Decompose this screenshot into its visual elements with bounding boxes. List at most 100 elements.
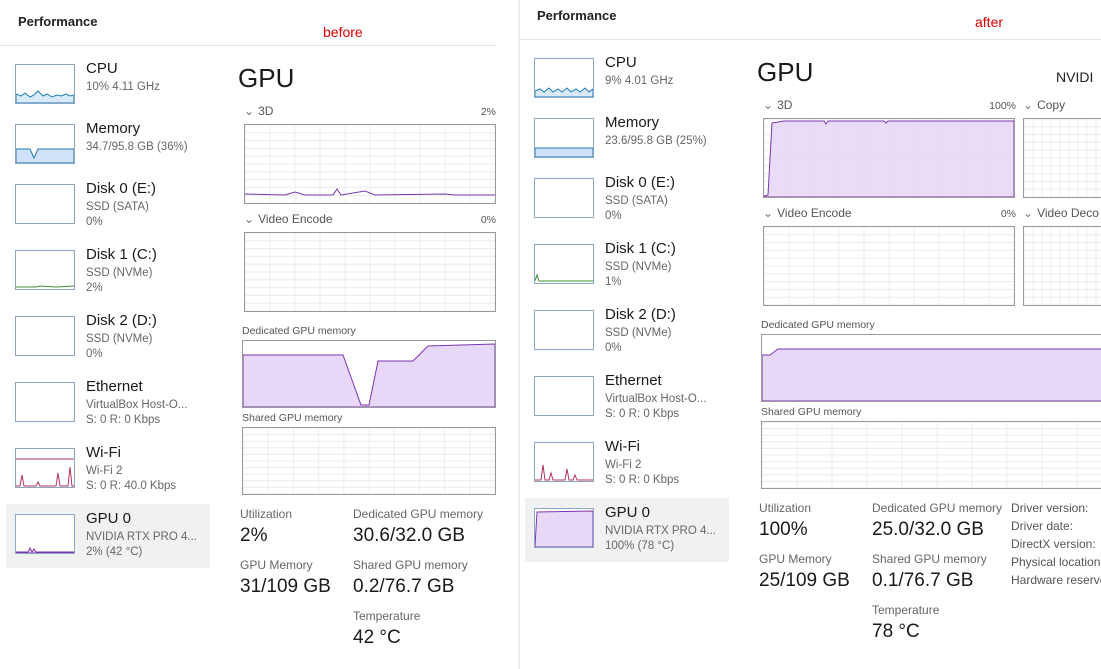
sidebar-item-disk0[interactable]: Disk 0 (E:) SSD (SATA) 0% xyxy=(6,174,210,238)
driver-date-label: Driver date: xyxy=(1011,519,1074,533)
gpu-thumbnail xyxy=(534,508,594,548)
engine-videoencode-graph xyxy=(763,226,1015,306)
gpu-mini-graph xyxy=(16,546,74,553)
engine-3d-percent: 2% xyxy=(480,106,496,118)
sidebar-item-disk0[interactable]: Disk 0 (E:) SSD (SATA) 0% xyxy=(525,168,729,232)
sidebar-item-name: Ethernet xyxy=(605,372,662,389)
ethernet-thumbnail xyxy=(534,376,594,416)
panel-title: Performance xyxy=(537,8,617,23)
engine-videoencode-selector[interactable]: ⌄ Video Encode xyxy=(244,212,333,226)
directx-version-label: DirectX version: xyxy=(1011,537,1096,551)
sidebar-item-memory[interactable]: Memory 23.6/95.8 GB (25%) xyxy=(525,108,729,172)
sidebar-item-name: Disk 2 (D:) xyxy=(86,312,157,329)
engine-3d-selector[interactable]: ⌄ 3D xyxy=(763,98,792,112)
sidebar-item-detail: Wi-Fi 2 xyxy=(86,465,123,477)
sidebar-item-detail: SSD (NVMe) xyxy=(605,327,672,339)
engine-videodecode-selector[interactable]: ⌄ Video Deco xyxy=(1023,206,1099,220)
gpu-memory-label: GPU Memory xyxy=(240,558,313,572)
sidebar-item-usage: S: 0 R: 0 Kbps xyxy=(605,408,680,420)
sidebar-item-name: GPU 0 xyxy=(605,504,651,521)
sidebar-item-gpu0[interactable]: GPU 0 NVIDIA RTX PRO 4... 100% (78 °C) xyxy=(525,498,729,562)
sidebar-item-disk1[interactable]: Disk 1 (C:) SSD (NVMe) 2% xyxy=(6,240,210,304)
sidebar-item-detail: NVIDIA RTX PRO 4... xyxy=(86,531,197,543)
sidebar-item-name: Memory xyxy=(605,114,660,131)
sidebar-item-wifi[interactable]: Wi-Fi Wi-Fi 2 S: 0 R: 40.0 Kbps xyxy=(6,438,210,502)
sidebar-item-wifi[interactable]: Wi-Fi Wi-Fi 2 S: 0 R: 0 Kbps xyxy=(525,432,729,496)
gpu-title: GPU xyxy=(238,63,295,93)
engine-videoencode-percent: 0% xyxy=(480,214,496,226)
chevron-down-icon: ⌄ xyxy=(1023,206,1034,220)
sidebar-item-gpu0[interactable]: GPU 0 NVIDIA RTX PRO 4... 2% (42 °C) xyxy=(6,504,210,568)
disk-thumbnail xyxy=(534,310,594,350)
sidebar-item-detail: 34.7/95.8 GB (36%) xyxy=(86,141,188,153)
sidebar-item-name: Wi-Fi xyxy=(86,444,121,461)
gpu-model-name: NVIDI xyxy=(1056,69,1094,85)
engine-videoencode-grid xyxy=(764,227,1014,305)
chevron-down-icon: ⌄ xyxy=(1023,98,1034,112)
sidebar-item-name: Memory xyxy=(86,120,141,137)
sidebar-item-name: Disk 0 (E:) xyxy=(86,180,157,197)
engine-videoencode-selector[interactable]: ⌄ Video Encode xyxy=(763,206,852,220)
temperature-value: 42 °C xyxy=(353,627,401,648)
dedicated-memory-graph-label: Dedicated GPU memory xyxy=(761,319,875,331)
chevron-down-icon: ⌄ xyxy=(244,104,255,118)
sidebar-item-detail: VirtualBox Host-O... xyxy=(605,393,707,405)
chevron-down-icon: ⌄ xyxy=(244,212,255,226)
engine-videodecode-graph xyxy=(1023,226,1101,306)
sidebar-item-detail: VirtualBox Host-O... xyxy=(86,399,188,411)
temperature-label: Temperature xyxy=(872,603,940,617)
engine-videoencode-grid xyxy=(245,233,495,311)
sidebar-item-detail: SSD (NVMe) xyxy=(86,267,153,279)
sidebar-item-name: CPU xyxy=(86,60,118,77)
gpu-mini-graph xyxy=(535,510,593,547)
sidebar-item-usage: 0% xyxy=(86,348,103,360)
cpu-mini-graph xyxy=(535,87,593,97)
sidebar-item-disk2[interactable]: Disk 2 (D:) SSD (NVMe) 0% xyxy=(525,300,729,364)
engine-label: 3D xyxy=(258,104,274,118)
shared-memory-graph xyxy=(761,421,1101,489)
cpu-mini-graph xyxy=(16,90,74,103)
engine-3d-selector[interactable]: ⌄ 3D xyxy=(244,104,273,118)
sidebar-item-usage: 0% xyxy=(605,342,622,354)
engine-3d-percent: 100% xyxy=(989,100,1016,112)
gridlines xyxy=(1024,227,1101,305)
sidebar-item-disk2[interactable]: Disk 2 (D:) SSD (NVMe) 0% xyxy=(6,306,210,370)
sidebar-item-name: Ethernet xyxy=(86,378,143,395)
after-label: after xyxy=(975,14,1004,30)
engine-label: Video Encode xyxy=(777,206,852,220)
dedicated-memory-area xyxy=(243,343,495,407)
dedicated-memory-value: 25.0/32.0 GB xyxy=(872,519,984,540)
sidebar-item-memory[interactable]: Memory 34.7/95.8 GB (36%) xyxy=(6,114,210,178)
disk-thumbnail xyxy=(534,178,594,218)
dedicated-memory-area xyxy=(762,348,1101,401)
shared-memory-label: Shared GPU memory xyxy=(353,558,468,572)
gridlines xyxy=(245,125,495,203)
sidebar-item-cpu[interactable]: CPU 9% 4.01 GHz xyxy=(525,48,729,112)
sidebar-item-detail: 10% 4.11 GHz xyxy=(86,81,160,93)
chevron-down-icon: ⌄ xyxy=(763,98,774,112)
driver-version-label: Driver version: xyxy=(1011,501,1089,515)
dedicated-memory-graph xyxy=(242,340,496,408)
hardware-reserved-label: Hardware reserve xyxy=(1011,573,1101,587)
disk-thumbnail xyxy=(15,184,75,224)
engine-copy-graph xyxy=(1023,118,1101,198)
ethernet-thumbnail xyxy=(15,382,75,422)
sidebar-item-name: Disk 0 (E:) xyxy=(605,174,676,191)
sidebar-item-ethernet[interactable]: Ethernet VirtualBox Host-O... S: 0 R: 0 … xyxy=(525,366,729,430)
memory-mini-graph xyxy=(535,147,593,157)
sidebar-item-disk1[interactable]: Disk 1 (C:) SSD (NVMe) 1% xyxy=(525,234,729,298)
sidebar-item-detail: SSD (NVMe) xyxy=(605,261,672,273)
sidebar-item-usage: 100% (78 °C) xyxy=(605,540,675,552)
sidebar-item-cpu[interactable]: CPU 10% 4.11 GHz xyxy=(6,54,210,118)
sidebar-item-ethernet[interactable]: Ethernet VirtualBox Host-O... S: 0 R: 0 … xyxy=(6,372,210,436)
sidebar-item-detail: 23.6/95.8 GB (25%) xyxy=(605,135,707,147)
engine-3d-grid xyxy=(764,119,1014,197)
shared-memory-graph xyxy=(242,427,496,495)
engine-videoencode-percent: 0% xyxy=(1000,208,1016,220)
gpu-thumbnail xyxy=(15,514,75,554)
sidebar-item-detail: NVIDIA RTX PRO 4... xyxy=(605,525,716,537)
engine-copy-selector[interactable]: ⌄ Copy xyxy=(1023,98,1065,112)
sidebar-item-name: Wi-Fi xyxy=(605,438,640,455)
sidebar-item-usage: S: 0 R: 0 Kbps xyxy=(605,474,680,486)
sidebar-item-detail: 9% 4.01 GHz xyxy=(605,75,674,87)
